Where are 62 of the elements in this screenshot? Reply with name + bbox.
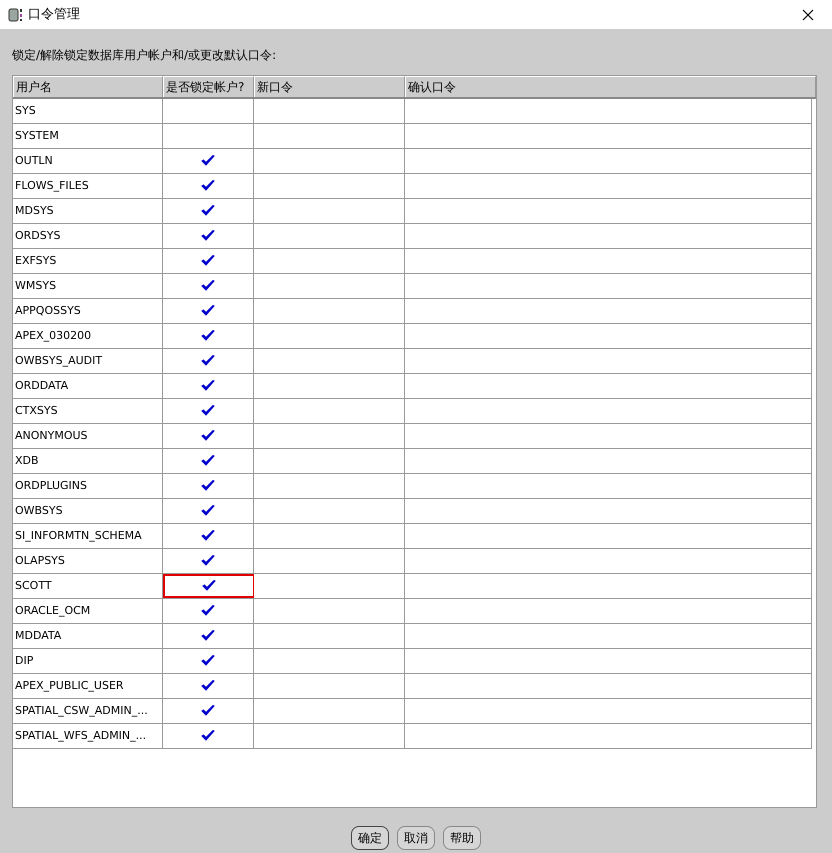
column-header[interactable]: 是否锁定帐户? bbox=[163, 76, 254, 97]
table-cell: DIP bbox=[13, 649, 163, 673]
table-cell: SPATIAL_CSW_ADMIN_... bbox=[13, 699, 163, 723]
window-title: 口令管理 bbox=[28, 6, 80, 24]
table-cell: ORDPLUGINS bbox=[13, 474, 163, 498]
table-cell: SCOTT bbox=[13, 574, 163, 598]
table-cell: ORDSYS bbox=[13, 224, 163, 248]
table-cell: OLAPSYS bbox=[13, 549, 163, 573]
close-icon bbox=[802, 8, 814, 20]
table-cell: SYS bbox=[13, 99, 163, 123]
table-cell: OWBSYS_AUDIT bbox=[13, 349, 163, 373]
column-header[interactable]: 确认口令 bbox=[405, 76, 816, 97]
dialog-button[interactable]: 确定 bbox=[351, 826, 389, 850]
check-icon bbox=[202, 580, 216, 592]
check-icon bbox=[201, 380, 215, 392]
check-icon bbox=[201, 230, 215, 242]
table-cell: MDDATA bbox=[13, 624, 163, 648]
check-icon bbox=[201, 255, 215, 267]
check-icon bbox=[201, 205, 215, 217]
check-icon bbox=[201, 680, 215, 692]
table-cell: APEX_030200 bbox=[13, 324, 163, 348]
check-icon bbox=[201, 180, 215, 192]
check-icon bbox=[201, 330, 215, 342]
table-cell: APEX_PUBLIC_USER bbox=[13, 674, 163, 698]
table-cell: SYSTEM bbox=[13, 124, 163, 148]
table-cell: ANONYMOUS bbox=[13, 424, 163, 448]
table-cell: SI_INFORMTN_SCHEMA bbox=[13, 524, 163, 548]
check-icon bbox=[201, 355, 215, 367]
check-icon bbox=[201, 530, 215, 542]
table-cell: FLOWS_FILES bbox=[13, 174, 163, 198]
table-cell: ORACLE_OCM bbox=[13, 599, 163, 623]
check-icon bbox=[201, 480, 215, 492]
table-cell: EXFSYS bbox=[13, 249, 163, 273]
table-cell: WMSYS bbox=[13, 274, 163, 298]
check-icon bbox=[201, 655, 215, 667]
table-cell: XDB bbox=[13, 449, 163, 473]
check-icon bbox=[201, 730, 215, 742]
table-cell: OUTLN bbox=[13, 149, 163, 173]
check-icon bbox=[201, 555, 215, 567]
dialog-button[interactable]: 帮助 bbox=[443, 826, 481, 850]
check-icon bbox=[201, 630, 215, 642]
table-cell: CTXSYS bbox=[13, 399, 163, 423]
check-icon bbox=[201, 405, 215, 417]
check-icon bbox=[201, 155, 215, 167]
table-cell: SPATIAL_WFS_ADMIN_... bbox=[13, 724, 163, 748]
database-icon bbox=[8, 6, 24, 22]
lock-cell[interactable] bbox=[163, 574, 254, 598]
check-icon bbox=[201, 705, 215, 717]
check-icon bbox=[201, 505, 215, 517]
column-header[interactable]: 新口令 bbox=[254, 76, 405, 97]
table-cell: OWBSYS bbox=[13, 499, 163, 523]
check-icon bbox=[201, 305, 215, 317]
dialog-button[interactable]: 取消 bbox=[397, 826, 435, 850]
check-icon bbox=[201, 280, 215, 292]
check-icon bbox=[201, 455, 215, 467]
instruction-text: 锁定/解除锁定数据库用户帐户和/或更改默认口令: bbox=[12, 48, 276, 62]
table-cell: APPQOSSYS bbox=[13, 299, 163, 323]
column-header[interactable]: 用户名 bbox=[13, 76, 163, 97]
check-icon bbox=[201, 605, 215, 617]
table-cell: ORDDATA bbox=[13, 374, 163, 398]
check-icon bbox=[201, 430, 215, 442]
table-cell: MDSYS bbox=[13, 199, 163, 223]
